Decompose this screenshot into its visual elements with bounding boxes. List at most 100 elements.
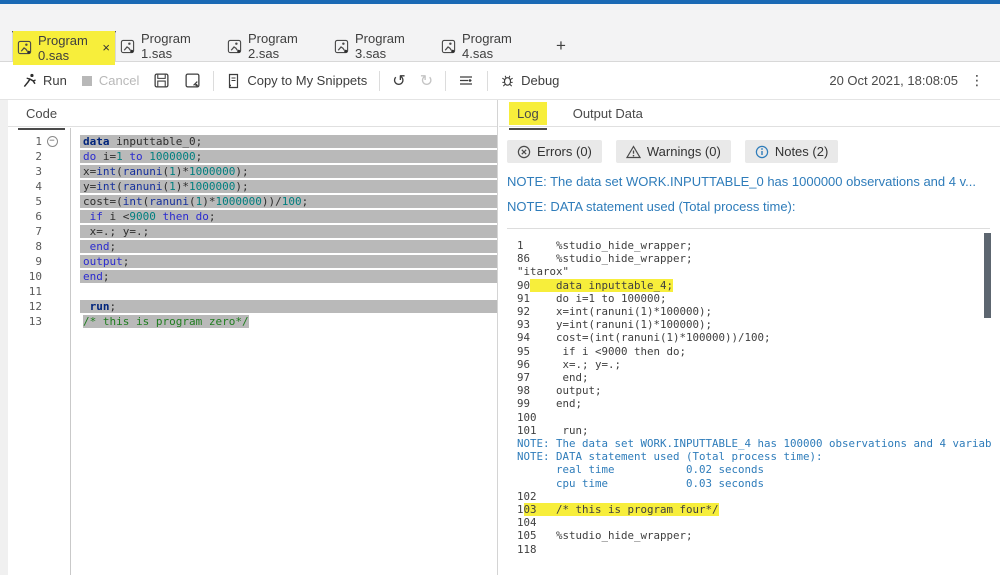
- tab-program-2-sas[interactable]: Program 2.sas: [223, 31, 330, 61]
- code-line: 5 cost=(int(ranuni(1)*1000000))/100;: [8, 194, 497, 209]
- sas-program-icon: [334, 39, 349, 54]
- log-line: cpu time 0.03 seconds: [517, 476, 765, 490]
- log-line: 96 x=.; y=.;: [517, 357, 622, 371]
- line-number: 11: [28, 285, 42, 298]
- notes-badge-label: Notes (2): [774, 144, 829, 159]
- log-line: 103 /* this is program four*/: [517, 503, 719, 517]
- log-line: 99 end;: [517, 397, 583, 411]
- sas-studio-window: Program 0.sas × Program 1.sas Program 2.sas…: [0, 0, 1000, 575]
- save-icon: [154, 73, 169, 88]
- cancel-label: Cancel: [98, 73, 140, 88]
- log-line: 105 %studio_hide_wrapper;: [517, 529, 693, 543]
- log-divider: [507, 228, 990, 229]
- sas-program-icon: [17, 40, 32, 55]
- redo-button[interactable]: ↻: [419, 70, 434, 90]
- log-line: 98 output;: [517, 384, 602, 398]
- tab-label: Program 4.sas: [462, 31, 512, 61]
- warnings-filter-badge[interactable]: Warnings (0): [615, 140, 731, 163]
- cancel-button[interactable]: Cancel: [81, 73, 139, 88]
- format-code-button[interactable]: [458, 73, 475, 88]
- code-line: 8 end;: [8, 239, 497, 254]
- error-icon: [517, 145, 531, 158]
- code-line: 6 if i <9000 then do;: [8, 209, 497, 224]
- note-summary-line-1: NOTE: The data set WORK.INPUTTABLE_0 has…: [507, 174, 976, 189]
- log-line: 118: [517, 542, 537, 556]
- code-editor-pane: Code 1− data inputtable_0; 2 do i=1 to 1000…: [8, 100, 498, 575]
- log-line: 104: [517, 516, 537, 530]
- errors-filter-badge[interactable]: Errors (0): [507, 140, 602, 163]
- debug-button[interactable]: Debug: [500, 73, 559, 88]
- left-edge-strip: [0, 100, 8, 575]
- more-options-kebab-icon[interactable]: ⋮: [970, 73, 984, 89]
- log-line: "itarox": [517, 265, 570, 279]
- close-icon[interactable]: ×: [101, 41, 111, 54]
- tab-output-data[interactable]: Output Data: [565, 102, 651, 125]
- log-line: NOTE: DATA statement used (Total process…: [517, 450, 823, 464]
- snippet-icon: [229, 73, 239, 88]
- code-editor[interactable]: 1− data inputtable_0; 2 do i=1 to 1000000; 3…: [8, 128, 497, 575]
- tab-program-4-sas[interactable]: Program 4.sas: [437, 31, 544, 61]
- code-tab-label: Code: [26, 105, 58, 121]
- program-tab-bar: Program 0.sas × Program 1.sas Program 2.sas…: [0, 30, 1000, 65]
- tab-code[interactable]: Code: [18, 102, 66, 130]
- sas-program-icon: [120, 39, 135, 54]
- line-number: 7: [35, 225, 42, 238]
- save-as-button[interactable]: [184, 72, 201, 89]
- tab-label: Program 3.sas: [355, 31, 405, 61]
- code-line: 1− data inputtable_0;: [8, 134, 497, 149]
- line-number: 1: [35, 135, 42, 148]
- log-line: 90 data inputtable_4;: [517, 278, 674, 292]
- tab-inner: Program 1.sas: [116, 29, 223, 63]
- copy-to-snippets-button[interactable]: Copy to My Snippets: [226, 73, 367, 89]
- log-line: 95 if i <9000 then do;: [517, 344, 687, 358]
- line-number: 2: [35, 150, 42, 163]
- tab-inner: Program 4.sas: [437, 29, 544, 63]
- tab-label: Program 2.sas: [248, 31, 298, 61]
- cancel-icon: [81, 75, 92, 86]
- undo-button[interactable]: ↺: [392, 70, 406, 90]
- line-number: 8: [35, 240, 42, 253]
- sas-program-icon: [227, 39, 242, 54]
- log-scrollbar-thumb[interactable]: [984, 233, 991, 318]
- tab-program-1-sas[interactable]: Program 1.sas: [116, 31, 223, 61]
- code-line: 10 end;: [8, 269, 497, 284]
- line-number: 10: [28, 270, 42, 283]
- save-button[interactable]: [153, 72, 170, 89]
- run-label: Run: [43, 73, 67, 88]
- log-tab-label: Log: [517, 105, 539, 121]
- line-number: 12: [28, 300, 42, 313]
- copy-to-snippets-label: Copy to My Snippets: [247, 73, 368, 88]
- fold-collapse-icon[interactable]: −: [46, 136, 58, 147]
- tab-log[interactable]: Log: [509, 101, 547, 130]
- new-program-tab-button[interactable]: +: [544, 31, 578, 61]
- log-line: 94 cost=(int(ranuni(1)*100000))/100;: [517, 331, 771, 345]
- code-line: 4 y=int(ranuni(1)*1000000);: [8, 179, 497, 194]
- notes-filter-badge[interactable]: Notes (2): [744, 140, 839, 163]
- log-line: NOTE: The data set WORK.INPUTTABLE_4 has…: [517, 437, 992, 451]
- undo-icon: ↺: [392, 70, 406, 90]
- redo-icon: ↻: [419, 70, 434, 90]
- warning-icon: [625, 144, 641, 158]
- line-number: 4: [35, 180, 42, 193]
- warnings-badge-label: Warnings (0): [646, 144, 721, 159]
- code-line: 9 output;: [8, 254, 497, 269]
- editor-toolbar: Run Cancel Copy to My Snippets ↺ ↻ Debug…: [0, 62, 1000, 100]
- log-line: real time 0.02 seconds: [517, 463, 765, 477]
- log-message-filters: Errors (0) Warnings (0) Notes (2): [507, 140, 1000, 163]
- code-line: 11: [8, 284, 497, 299]
- sas-program-icon: [441, 39, 456, 54]
- log-line: 97 end;: [517, 371, 589, 385]
- debug-bug-icon: [502, 75, 514, 87]
- log-line: 93 y=int(ranuni(1)*100000);: [517, 318, 713, 332]
- tab-program-3-sas[interactable]: Program 3.sas: [330, 31, 437, 61]
- log-pane: Log Output Data Errors (0) Warnings (0) …: [499, 100, 1000, 575]
- tab-label: Program 0.sas: [38, 32, 88, 63]
- note-summary-line-2: NOTE: DATA statement used (Total process…: [507, 199, 796, 214]
- run-button[interactable]: Run: [22, 73, 67, 88]
- code-line: 3 x=int(ranuni(1)*1000000);: [8, 164, 497, 179]
- log-text: 1 %studio_hide_wrapper; 86 %studio_hide_w…: [499, 233, 1000, 571]
- session-timestamp: 20 Oct 2021, 18:08:05: [829, 73, 958, 88]
- format-code-icon: [460, 76, 473, 85]
- debug-label: Debug: [521, 73, 560, 88]
- tab-program-0-sas[interactable]: Program 0.sas ×: [12, 30, 116, 65]
